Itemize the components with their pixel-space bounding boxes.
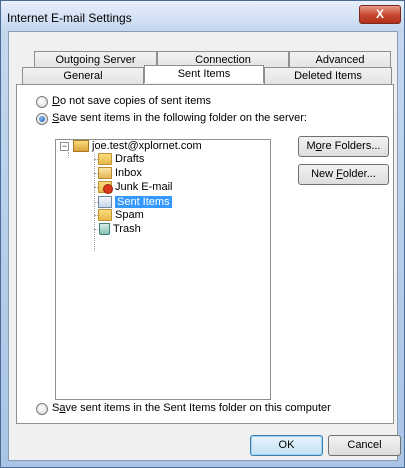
radio-button[interactable]	[36, 402, 48, 415]
tree-node-spam[interactable]: Spam	[98, 208, 144, 222]
window-title: Internet E-mail Settings	[7, 11, 132, 25]
tree-node-account[interactable]: − joe.test@xplornet.com	[60, 139, 202, 153]
button-text: Cancel	[347, 439, 382, 451]
mnemonic: F	[336, 168, 343, 180]
tab-general[interactable]: General	[22, 67, 144, 84]
tree-node-trash[interactable]: Trash	[99, 222, 141, 236]
folder-icon	[98, 153, 112, 166]
button-text: New	[311, 168, 337, 180]
tab-outgoing-server[interactable]: Outgoing Server	[34, 51, 157, 68]
junk-mail-icon	[98, 181, 113, 195]
radio-save-local[interactable]: Save sent items in the Sent Items folder…	[36, 402, 331, 416]
ok-button[interactable]: OK	[250, 435, 323, 456]
sent-items-icon	[98, 196, 112, 209]
tree-node-junk-email[interactable]: Junk E-mail	[98, 180, 173, 195]
new-folder-button[interactable]: New Folder...	[298, 164, 389, 185]
node-label: Drafts	[115, 153, 145, 165]
close-icon: X	[375, 7, 384, 21]
mailbox-icon	[73, 140, 89, 153]
radio-label: Save sent items in the following folder …	[52, 112, 307, 124]
label-text: o not save copies of sent items	[59, 95, 211, 107]
more-folders-button[interactable]: More Folders...	[298, 136, 389, 157]
cancel-button[interactable]: Cancel	[328, 435, 401, 456]
title-bar[interactable]: Internet E-mail Settings X	[1, 1, 404, 31]
radio-save-on-server[interactable]: Save sent items in the following folder …	[36, 112, 307, 126]
radio-label: Do not save copies of sent items	[52, 95, 211, 107]
folder-tree[interactable]: − joe.test@xplornet.com Drafts Inbox Junk…	[55, 139, 271, 400]
tab-sent-items[interactable]: Sent Items	[144, 65, 264, 83]
tab-label: Outgoing Server	[55, 54, 136, 66]
node-label: joe.test@xplornet.com	[92, 140, 202, 152]
radio-button[interactable]	[36, 95, 48, 108]
tree-node-drafts[interactable]: Drafts	[98, 152, 144, 166]
inbox-icon	[98, 167, 112, 180]
tree-node-inbox[interactable]: Inbox	[98, 166, 142, 180]
trash-icon	[99, 223, 110, 236]
tab-advanced[interactable]: Advanced	[289, 51, 391, 68]
tab-label: Deleted Items	[294, 70, 362, 82]
label-text: ve sent items in the Sent Items folder o…	[65, 402, 331, 414]
radio-button-selected[interactable]	[36, 112, 48, 125]
node-label: Inbox	[115, 167, 142, 179]
node-label: Trash	[113, 223, 141, 235]
tab-deleted-items[interactable]: Deleted Items	[264, 67, 392, 84]
collapse-icon[interactable]: −	[60, 141, 69, 151]
node-label-selected: Sent Items	[115, 196, 172, 208]
tree-node-sent-items[interactable]: Sent Items	[98, 195, 172, 209]
tab-label: Sent Items	[177, 68, 231, 80]
mnemonic: D	[52, 95, 60, 107]
button-text: OK	[278, 439, 295, 451]
radio-label: Save sent items in the Sent Items folder…	[52, 402, 331, 414]
tab-label: Advanced	[315, 54, 365, 66]
node-label: Junk E-mail	[115, 181, 173, 193]
node-label: Spam	[115, 209, 144, 221]
label-text: ave sent items in the following folder o…	[59, 112, 307, 124]
folder-icon	[98, 209, 112, 222]
tab-label: General	[63, 70, 103, 82]
button-text: M	[306, 140, 316, 152]
radio-do-not-save[interactable]: Do not save copies of sent items	[36, 95, 211, 109]
button-text: re Folders...	[321, 140, 381, 152]
dialog-window: Internet E-mail Settings X Outgoing Serv…	[0, 0, 405, 468]
button-text: older...	[342, 168, 376, 180]
close-button[interactable]: X	[359, 5, 401, 24]
